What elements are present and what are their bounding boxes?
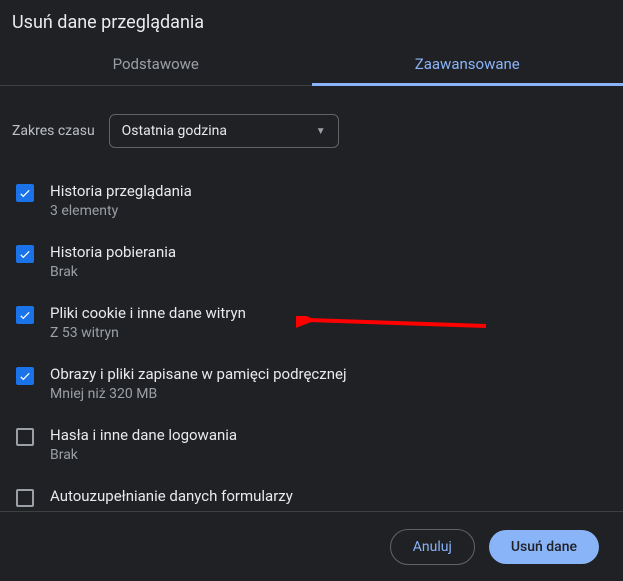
item-subtitle: Z 53 witryn xyxy=(50,325,246,341)
item-title: Obrazy i pliki zapisane w pamięci podręc… xyxy=(50,365,347,383)
item-subtitle: 3 elementy xyxy=(50,203,192,219)
time-range-label: Zakres czasu xyxy=(12,123,95,139)
item-subtitle: Brak xyxy=(50,264,176,280)
tabs: Podstawowe Zaawansowane xyxy=(0,41,623,86)
checkbox-passwords[interactable] xyxy=(16,428,34,446)
checkbox-cached-images[interactable] xyxy=(16,367,34,385)
time-range-value: Ostatnia godzina xyxy=(122,123,227,139)
item-subtitle: Mniej niż 320 MB xyxy=(50,386,347,402)
dialog-title: Usuń dane przeglądania xyxy=(0,0,623,41)
chevron-down-icon: ▼ xyxy=(316,126,326,137)
item-title: Historia pobierania xyxy=(50,243,176,261)
dialog-content: Zakres czasu Ostatnia godzina ▼ Historia… xyxy=(0,96,623,511)
checkbox-autofill[interactable] xyxy=(16,489,34,507)
list-item: Pliki cookie i inne dane witryn Z 53 wit… xyxy=(12,292,607,353)
checkbox-download-history[interactable] xyxy=(16,245,34,263)
checkbox-browsing-history[interactable] xyxy=(16,184,34,202)
item-title: Autouzupełnianie danych formularzy xyxy=(50,487,293,505)
item-subtitle: Brak xyxy=(50,447,237,463)
check-icon xyxy=(18,369,32,383)
list-item: Obrazy i pliki zapisane w pamięci podręc… xyxy=(12,353,607,414)
check-icon xyxy=(18,186,32,200)
checkbox-cookies[interactable] xyxy=(16,306,34,324)
check-icon xyxy=(18,308,32,322)
list-item: Historia pobierania Brak xyxy=(12,231,607,292)
check-icon xyxy=(18,247,32,261)
list-item: Autouzupełnianie danych formularzy xyxy=(12,475,607,507)
time-range-row: Zakres czasu Ostatnia godzina ▼ xyxy=(12,114,607,148)
tab-advanced[interactable]: Zaawansowane xyxy=(312,41,623,85)
list-item: Hasła i inne dane logowania Brak xyxy=(12,414,607,475)
cancel-button[interactable]: Anuluj xyxy=(390,529,475,565)
time-range-select[interactable]: Ostatnia godzina ▼ xyxy=(109,114,339,148)
tab-basic[interactable]: Podstawowe xyxy=(0,41,312,85)
item-title: Historia przeglądania xyxy=(50,182,192,200)
clear-data-button[interactable]: Usuń dane xyxy=(489,530,599,564)
item-title: Pliki cookie i inne dane witryn xyxy=(50,304,246,322)
dialog-footer: Anuluj Usuń dane xyxy=(0,511,623,581)
item-title: Hasła i inne dane logowania xyxy=(50,426,237,444)
list-item: Historia przeglądania 3 elementy xyxy=(12,170,607,231)
